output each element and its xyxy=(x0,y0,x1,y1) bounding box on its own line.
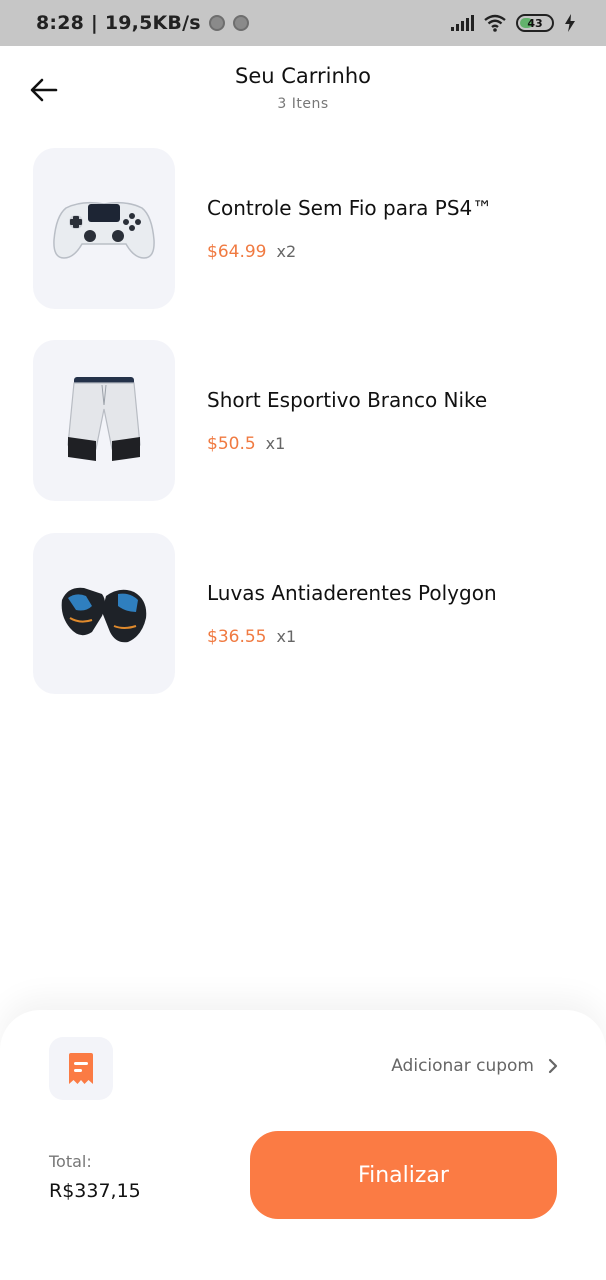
product-name: Controle Sem Fio para PS4™ xyxy=(207,196,493,220)
product-price: $36.55 xyxy=(207,627,267,647)
notification-dot-icon xyxy=(232,15,249,31)
receipt-icon xyxy=(69,1052,93,1084)
product-image-ps4-controller xyxy=(33,148,175,309)
product-quantity: x1 xyxy=(265,434,286,453)
product-quantity: x1 xyxy=(276,627,297,646)
total-label: Total: xyxy=(49,1152,92,1171)
status-time: 8:28 | 19,5KB/s xyxy=(36,12,201,34)
cart-item[interactable]: Luvas Antiaderentes Polygon $36.55 x1 xyxy=(33,533,573,695)
product-name: Short Esportivo Branco Nike xyxy=(207,388,488,412)
coupon-icon-box[interactable] xyxy=(49,1037,113,1100)
notification-dot-icon xyxy=(208,15,225,31)
status-right: 43 xyxy=(450,14,576,32)
status-bar: 8:28 | 19,5KB/s 43 xyxy=(0,0,606,46)
product-image-gloves xyxy=(33,533,175,694)
checkout-panel: Adicionar cupom Total: R$337,15 Finaliza… xyxy=(0,1010,606,1280)
cart-item[interactable]: Short Esportivo Branco Nike $50.5 x1 xyxy=(33,340,573,502)
status-left: 8:28 | 19,5KB/s xyxy=(36,12,249,34)
controller-icon xyxy=(53,201,155,259)
price-row: $36.55 x1 xyxy=(207,627,296,647)
product-name: Luvas Antiaderentes Polygon xyxy=(207,581,497,605)
signal-icon xyxy=(451,15,474,31)
charging-bolt-icon xyxy=(565,14,575,32)
wifi-icon xyxy=(484,14,506,32)
price-row: $50.5 x1 xyxy=(207,434,285,454)
product-price: $64.99 xyxy=(207,242,267,262)
battery-icon: 43 xyxy=(516,14,554,32)
product-quantity: x2 xyxy=(276,242,297,261)
checkout-button[interactable]: Finalizar xyxy=(250,1131,557,1219)
coupon-label: Adicionar cupom xyxy=(391,1056,534,1076)
total-value: R$337,15 xyxy=(49,1180,141,1202)
price-row: $64.99 x2 xyxy=(207,242,296,262)
product-price: $50.5 xyxy=(207,434,256,454)
chevron-right-icon xyxy=(548,1058,558,1074)
shorts-icon xyxy=(67,376,141,461)
cart-item[interactable]: Controle Sem Fio para PS4™ $64.99 x2 xyxy=(33,148,573,310)
gloves-icon xyxy=(61,587,147,642)
battery-level: 43 xyxy=(527,16,543,30)
add-coupon-link[interactable]: Adicionar cupom xyxy=(391,1056,558,1076)
item-count: 3 Itens xyxy=(277,96,329,112)
product-image-sport-shorts xyxy=(33,340,175,501)
page-title: Seu Carrinho xyxy=(235,64,371,88)
